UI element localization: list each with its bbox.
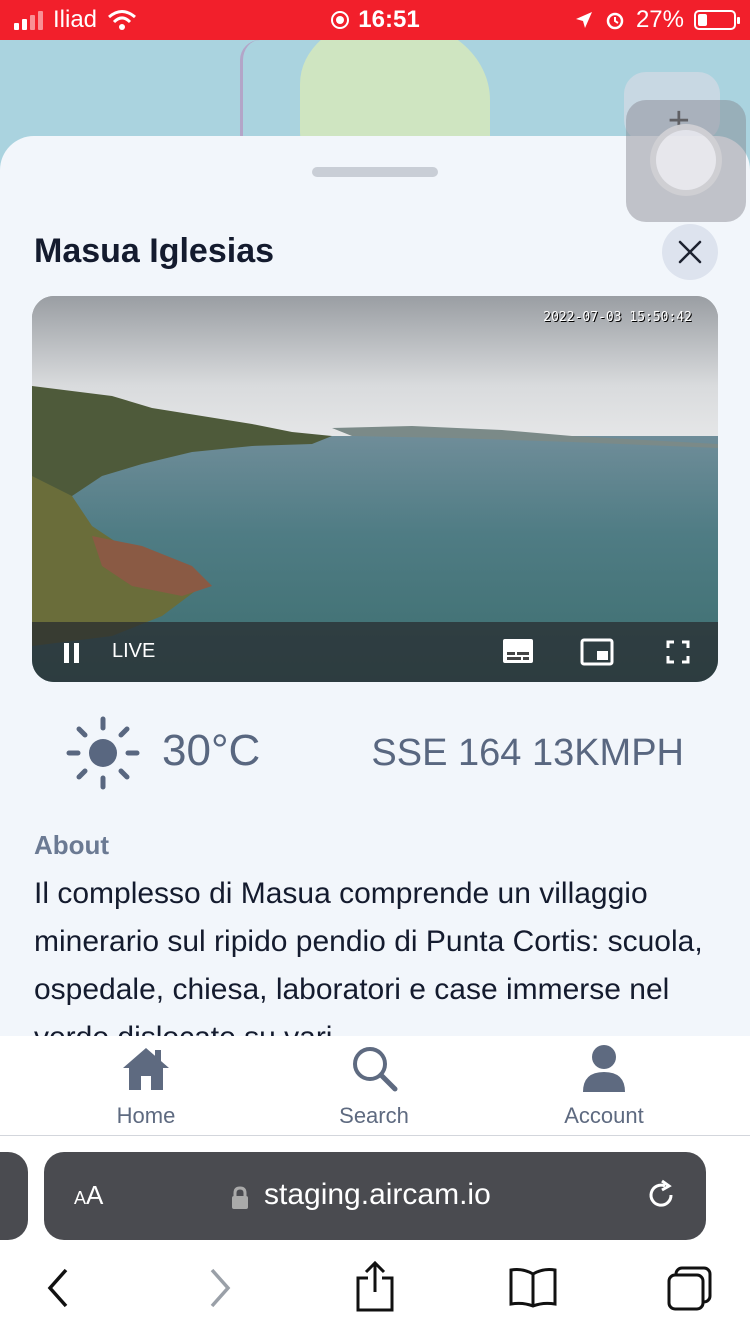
sun-icon bbox=[66, 716, 140, 790]
about-heading: About bbox=[34, 830, 110, 860]
close-button[interactable] bbox=[662, 224, 718, 280]
screen-record-icon bbox=[331, 11, 350, 29]
search-icon bbox=[353, 1047, 398, 1092]
picture-in-picture-icon[interactable] bbox=[580, 638, 614, 666]
reader-options-button[interactable]: AA bbox=[74, 1180, 103, 1211]
pause-icon[interactable] bbox=[62, 642, 82, 664]
url-text: staging.aircam.io bbox=[264, 1178, 491, 1211]
assistive-touch-dot bbox=[650, 124, 722, 196]
location-icon bbox=[575, 12, 592, 28]
alarm-icon bbox=[606, 12, 624, 30]
assistive-touch-button[interactable] bbox=[626, 100, 746, 222]
close-icon bbox=[678, 240, 702, 264]
camera-detail-sheet: Masua Iglesias 2022-07-03 15:50:42 LIVE bbox=[0, 136, 750, 1036]
tab-search-label: Search bbox=[339, 1103, 409, 1128]
status-bar: Iliad 16:51 27% bbox=[0, 0, 750, 40]
home-icon bbox=[123, 1048, 169, 1090]
battery-icon bbox=[694, 10, 740, 30]
page-title: Masua Iglesias bbox=[34, 232, 275, 270]
fullscreen-icon[interactable] bbox=[666, 640, 690, 664]
tab-home[interactable]: Home bbox=[56, 1044, 236, 1129]
video-timestamp: 2022-07-03 15:50:42 bbox=[543, 310, 692, 325]
browser-toolbar: AA staging.aircam.io bbox=[0, 1136, 750, 1334]
wind-value: SSE 164 13KMPH bbox=[371, 732, 684, 774]
video-controls: LIVE bbox=[32, 622, 718, 682]
about-description: Il complesso di Masua comprende un villa… bbox=[34, 877, 703, 1036]
sheet-drag-handle[interactable] bbox=[312, 167, 438, 177]
subtitles-icon[interactable] bbox=[502, 638, 534, 664]
tab-search[interactable]: Search bbox=[284, 1044, 464, 1129]
battery-percent: 27% bbox=[635, 6, 684, 33]
share-icon[interactable] bbox=[354, 1260, 396, 1312]
back-icon[interactable] bbox=[44, 1266, 74, 1310]
previous-tab-pill[interactable] bbox=[0, 1152, 28, 1240]
tabs-icon[interactable] bbox=[666, 1266, 714, 1312]
bookmarks-icon[interactable] bbox=[508, 1266, 558, 1308]
address-bar[interactable]: AA staging.aircam.io bbox=[44, 1152, 706, 1240]
account-icon bbox=[583, 1045, 625, 1092]
live-label: LIVE bbox=[112, 640, 156, 662]
lock-icon bbox=[232, 1186, 248, 1209]
forward-icon[interactable] bbox=[204, 1266, 234, 1310]
clock-time: 16:51 bbox=[358, 6, 420, 33]
tab-account[interactable]: Account bbox=[514, 1044, 694, 1129]
tab-account-label: Account bbox=[564, 1103, 644, 1128]
temperature-value: 30°C bbox=[162, 726, 261, 775]
reload-icon[interactable] bbox=[644, 1178, 678, 1212]
tab-home-label: Home bbox=[116, 1103, 176, 1128]
live-video-player[interactable]: 2022-07-03 15:50:42 LIVE bbox=[32, 296, 718, 682]
bottom-tab-bar: Home Search Account bbox=[0, 1036, 750, 1136]
weather-row: 30°C SSE 164 13KMPH bbox=[0, 716, 750, 796]
